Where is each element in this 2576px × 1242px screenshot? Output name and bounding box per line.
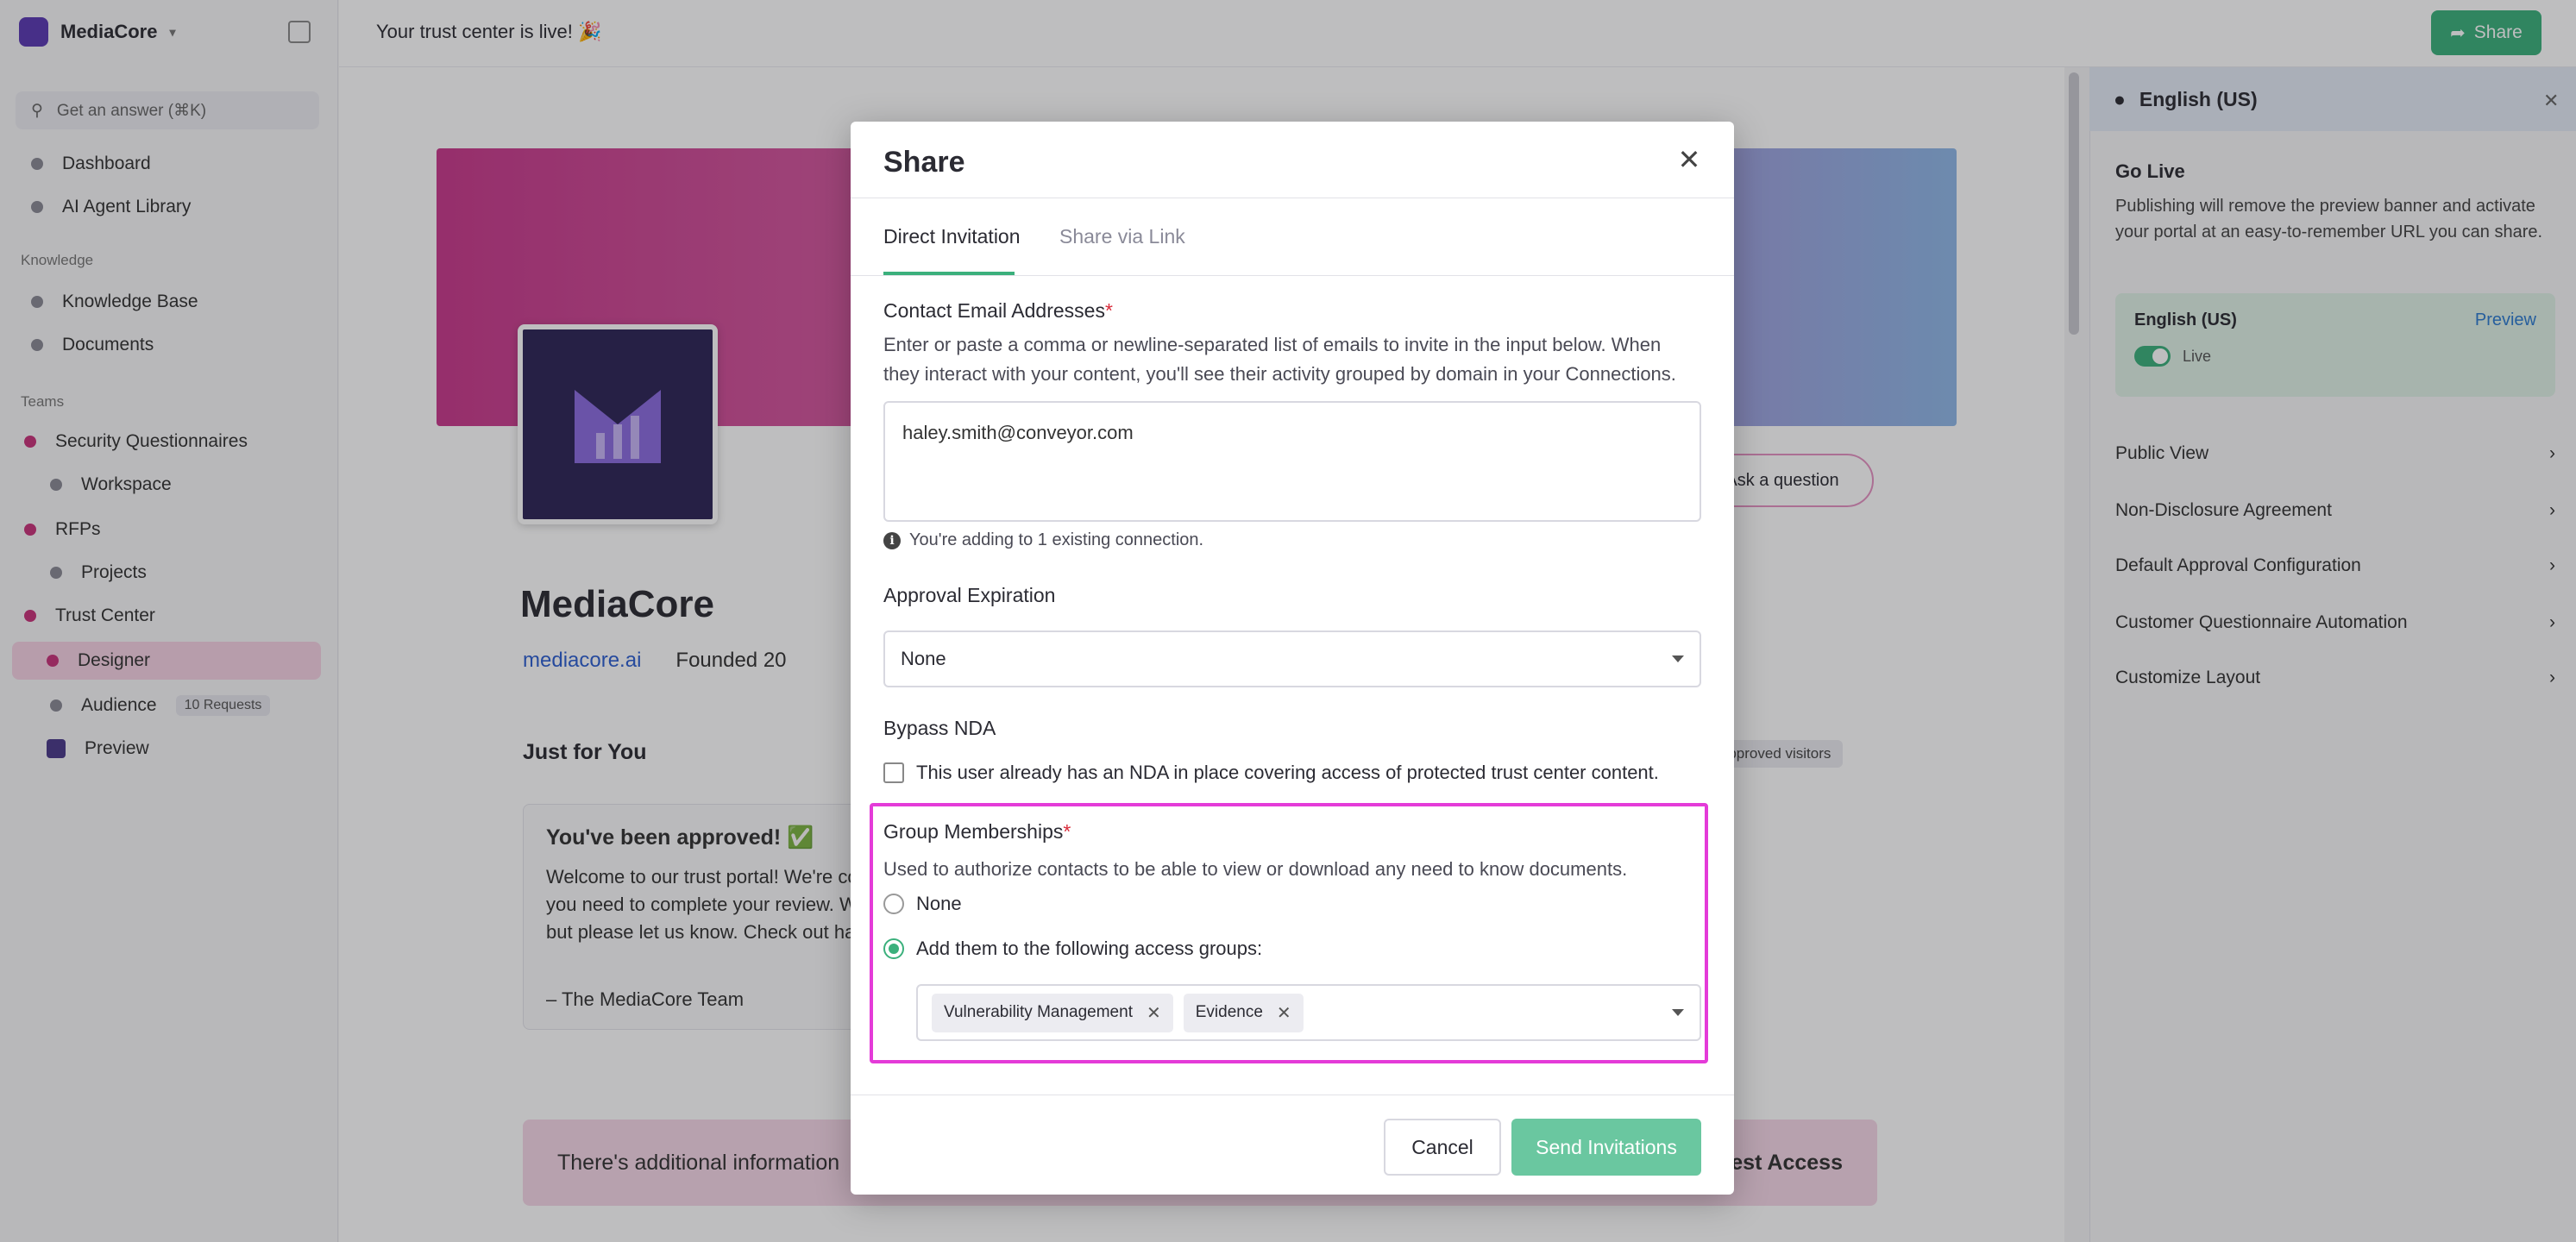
nda-checkbox[interactable] xyxy=(883,762,904,783)
chip-vulnerability-management: Vulnerability Management ✕ xyxy=(932,993,1173,1032)
nda-checkbox-row[interactable]: This user already has an NDA in place co… xyxy=(883,762,1659,784)
chip-label: Evidence xyxy=(1195,1003,1263,1021)
chip-label: Vulnerability Management xyxy=(944,1003,1133,1021)
share-modal: Share ✕ Direct Invitation Share via Link… xyxy=(851,122,1734,1195)
approval-expiration-select[interactable]: None xyxy=(883,630,1701,687)
radio-add-groups-label: Add them to the following access groups: xyxy=(916,938,1263,959)
chip-evidence: Evidence ✕ xyxy=(1183,993,1304,1032)
group-memberships-help: Used to authorize contacts to be able to… xyxy=(883,858,1628,880)
modal-title: Share xyxy=(883,146,965,179)
emails-hint-text: You're adding to 1 existing connection. xyxy=(909,530,1204,549)
chevron-down-icon[interactable] xyxy=(1672,1009,1684,1016)
group-memberships-label: Group Memberships* xyxy=(883,820,1071,844)
approval-expiration-label: Approval Expiration xyxy=(883,584,1056,606)
chevron-down-icon xyxy=(1672,656,1684,662)
radio-add-groups-row[interactable]: Add them to the following access groups: xyxy=(883,938,1262,960)
emails-textarea[interactable]: haley.smith@conveyor.com xyxy=(883,401,1701,522)
radio-none-row[interactable]: None xyxy=(883,893,962,915)
radio-none-label: None xyxy=(916,893,962,914)
radio-add-groups[interactable] xyxy=(883,938,904,959)
info-icon: i xyxy=(883,531,901,549)
nda-checkbox-label: This user already has an NDA in place co… xyxy=(916,762,1659,783)
required-mark: * xyxy=(1063,820,1071,843)
remove-chip-icon[interactable]: ✕ xyxy=(1147,1002,1161,1024)
emails-label-text: Contact Email Addresses xyxy=(883,299,1105,322)
bypass-nda-label: Bypass NDA xyxy=(883,717,996,739)
radio-none[interactable] xyxy=(883,894,904,914)
access-groups-multiselect[interactable]: Vulnerability Management ✕ Evidence ✕ xyxy=(916,984,1701,1041)
send-invitations-button[interactable]: Send Invitations xyxy=(1511,1119,1701,1176)
emails-hint: i You're adding to 1 existing connection… xyxy=(883,530,1203,550)
emails-help: Enter or paste a comma or newline-separa… xyxy=(883,334,1676,385)
approval-expiration-value: None xyxy=(901,648,946,669)
tab-direct-invitation[interactable]: Direct Invitation xyxy=(883,225,1021,248)
close-icon[interactable]: ✕ xyxy=(1674,144,1705,175)
required-mark: * xyxy=(1104,299,1113,322)
emails-label: Contact Email Addresses* xyxy=(883,299,1113,323)
remove-chip-icon[interactable]: ✕ xyxy=(1277,1002,1291,1024)
tab-share-via-link[interactable]: Share via Link xyxy=(1059,225,1185,248)
group-memberships-label-text: Group Memberships xyxy=(883,820,1064,843)
tabs-divider xyxy=(851,275,1734,276)
cancel-button[interactable]: Cancel xyxy=(1384,1119,1501,1176)
